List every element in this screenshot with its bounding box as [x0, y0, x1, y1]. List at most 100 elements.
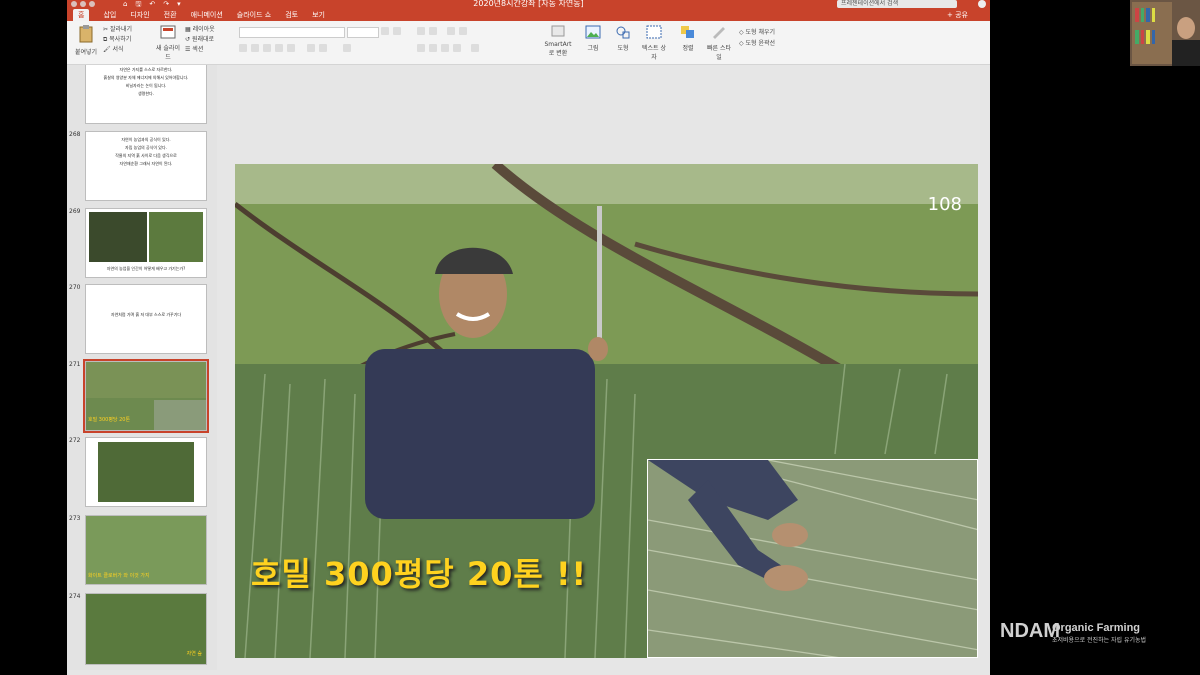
presenter-webcam [1130, 0, 1200, 66]
tab-home[interactable]: 홈 [73, 9, 90, 21]
font-color-button[interactable] [343, 44, 351, 52]
quick-styles-button[interactable]: 빠른 스타일 [705, 25, 733, 61]
channel-watermark: NDAM Organic Farming 초저비용으로 전진하는 자립 유기농법 [1000, 620, 1146, 644]
arrange-label: 정렬 [682, 45, 694, 52]
increase-font-button[interactable] [381, 27, 389, 35]
new-slide-icon [160, 25, 176, 39]
slide-number: 270 [69, 284, 81, 291]
slide-thumbnail[interactable]: 자연은 가지를 스스로 자르한다. 흙살의 영양분 자체 에너지에 의해서 있어… [85, 65, 207, 124]
shadow-button[interactable] [275, 44, 283, 52]
thumbnail-text: 자연재순환 그래서 자연이 된다. [119, 161, 173, 166]
thumbnail-text: 자연처럼 가며 흙 저 대부 스스로 가꾸기다 [110, 312, 182, 317]
picture-icon [585, 25, 601, 39]
slide-number: 268 [69, 131, 81, 138]
section-button[interactable]: ☰ 섹션 [185, 45, 215, 55]
align-left-button[interactable] [417, 44, 425, 52]
thumbnail-text: 자립 농업의 공식이 있다. [125, 145, 167, 150]
slide-thumbnail[interactable]: 자연이 농업과의 공식이 있다. 자립 농업의 공식이 있다. 작물의 지역 흙… [85, 131, 207, 201]
shape-outline-button[interactable]: ◇ 도형 윤곽선 [739, 38, 775, 49]
format-label: 서식 [112, 46, 124, 53]
textbox-button[interactable]: 텍스트 상자 [641, 25, 667, 61]
thumbnail-text: 자연이 농업과의 공식이 있다. [121, 137, 171, 142]
bold-button[interactable] [239, 44, 247, 52]
arrange-icon [681, 26, 694, 38]
presenter-webcam-image [1130, 0, 1200, 66]
clipboard-icon [79, 25, 93, 43]
align-right-button[interactable] [441, 44, 449, 52]
slide-thumbnail[interactable]: 자연의 농업을 인간이 어떻게 배우고 가기는가? [85, 208, 207, 278]
tab-insert[interactable]: 삽입 [103, 9, 116, 21]
decrease-font-button[interactable] [393, 27, 401, 35]
quick-styles-label: 빠른 스타일 [707, 45, 731, 61]
thumbnail-photo [86, 362, 206, 398]
new-slide-button[interactable]: 새 슬라이드 [155, 25, 181, 61]
superscript-button[interactable] [307, 44, 315, 52]
subscript-button[interactable] [319, 44, 327, 52]
user-avatar[interactable] [978, 0, 986, 8]
increase-indent-button[interactable] [459, 27, 467, 35]
slide-editor[interactable]: 108 호밀 300평당 20톤 !! [227, 65, 989, 670]
thumbnail-text: 비닐자라는 논이 됩니다. [125, 83, 167, 88]
tab-transitions[interactable]: 전환 [164, 9, 177, 21]
slide-thumbnail[interactable]: 자연처럼 가며 흙 저 대부 스스로 가꾸기다 [85, 284, 207, 354]
thumbnail-photo [98, 442, 194, 502]
layout-button[interactable]: ▦ 레이아웃 [185, 25, 215, 35]
arrange-button[interactable]: 정렬 [677, 25, 699, 52]
thumbnail-text: 생명한다. [138, 91, 154, 96]
italic-button[interactable] [251, 44, 259, 52]
picture-button[interactable]: 그림 [581, 25, 605, 52]
tab-review[interactable]: 검토 [285, 9, 298, 21]
thumbnail-text: 자연 숲 [186, 651, 202, 657]
reset-button[interactable]: ↺ 원래대로 [185, 35, 215, 45]
font-name-select[interactable] [239, 27, 345, 38]
current-slide[interactable]: 108 호밀 300평당 20톤 !! [235, 164, 978, 658]
slide-thumbnail[interactable]: 자연 숲 [85, 593, 207, 665]
shapes-label: 도형 [617, 45, 629, 52]
bullets-button[interactable] [417, 27, 425, 35]
picture-label: 그림 [587, 45, 599, 52]
watermark-subtitle: 초저비용으로 전진하는 자립 유기농법 [1052, 637, 1147, 644]
search-input[interactable]: 프레젠테이션에서 검색 [837, 0, 957, 8]
slide-thumbnail-selected[interactable]: 호밀 300평당 20톤 [83, 359, 209, 433]
watermark-logo: NDAM [1000, 620, 1060, 642]
font-size-select[interactable] [347, 27, 379, 38]
slide-number: 273 [69, 515, 81, 522]
slide-thumbnail[interactable]: 화이트 클로버가 와 이것 가지 [85, 515, 207, 585]
shape-fill-label: 도형 채우기 [745, 29, 776, 36]
section-label: 섹션 [192, 46, 204, 53]
convert-smartart-button[interactable]: SmartArt로 변환 [543, 25, 573, 57]
shape-fill-button[interactable]: ◇ 도형 채우기 [739, 27, 775, 38]
cut-button[interactable]: ✂ 잘라내기 [103, 25, 132, 35]
paste-button[interactable]: 붙여넣기 [73, 25, 99, 56]
tab-design[interactable]: 디자인 [130, 9, 149, 21]
slide-thumbnail[interactable] [85, 437, 207, 507]
shapes-button[interactable]: 도형 [611, 25, 635, 52]
tab-view[interactable]: 보기 [312, 9, 325, 21]
share-button[interactable]: + 공유 [947, 10, 968, 20]
tab-animations[interactable]: 애니메이션 [191, 9, 223, 21]
slide-number: 271 [69, 361, 81, 368]
reset-label: 원래대로 [191, 36, 215, 43]
decrease-indent-button[interactable] [447, 27, 455, 35]
thumbnail-text: 자연은 가지를 스스로 자르한다. [119, 67, 173, 72]
align-center-button[interactable] [429, 44, 437, 52]
shapes-icon [616, 26, 630, 39]
slide-number: 274 [69, 593, 81, 600]
inset-photo-image [648, 460, 977, 657]
columns-button[interactable] [471, 44, 479, 52]
underline-button[interactable] [263, 44, 271, 52]
shape-outline-label: 도형 윤곽선 [745, 40, 776, 47]
format-painter-button[interactable]: 🖌 서식 [103, 45, 132, 55]
tab-slideshow[interactable]: 슬라이드 쇼 [237, 9, 271, 21]
textbox-label: 텍스트 상자 [642, 45, 666, 61]
numbering-button[interactable] [429, 27, 437, 35]
title-bar: ⌂ 🖫 ↶ ↷ ▾ 2020년8시간강좌 [자농 자연농] 프레젠테이션에서 검… [67, 0, 990, 9]
slide-caption: 호밀 300평당 20톤 !! [251, 555, 588, 593]
justify-button[interactable] [453, 44, 461, 52]
copy-button[interactable]: ⧉ 복사하기 [103, 35, 132, 45]
thumbnail-text: 화이트 클로버가 와 이것 가지 [88, 573, 150, 579]
inset-photo [647, 459, 978, 658]
slide-thumbnail-panel[interactable]: 자연은 가지를 스스로 자르한다. 흙살의 영양분 자체 에너지에 의해서 있어… [67, 65, 217, 670]
strikethrough-button[interactable] [287, 44, 295, 52]
clipboard-group: ✂ 잘라내기 ⧉ 복사하기 🖌 서식 [103, 25, 132, 55]
